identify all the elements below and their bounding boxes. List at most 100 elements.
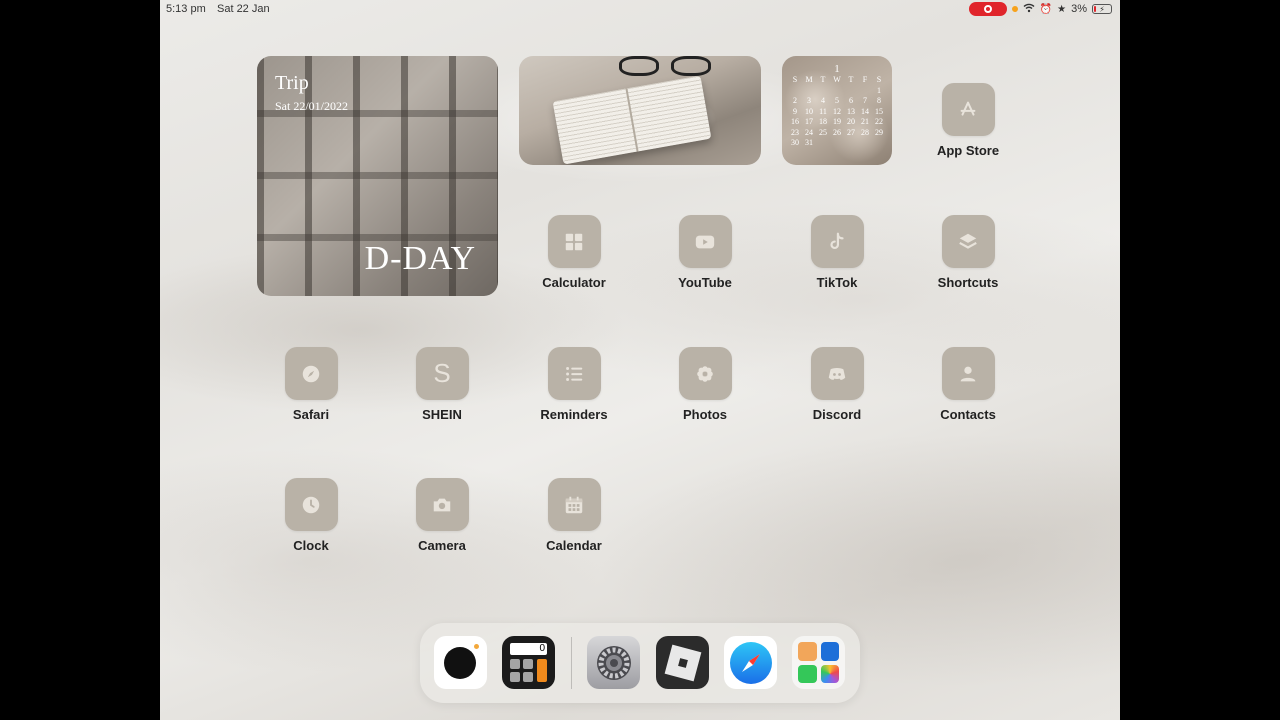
calendar-day: 20 — [847, 117, 855, 126]
calendar-day: 10 — [805, 106, 813, 116]
status-date: Sat 22 Jan — [217, 3, 270, 15]
app-label: Discord — [812, 407, 862, 422]
calendar-day: 7 — [863, 96, 867, 105]
tiktok-icon — [810, 215, 864, 268]
calendar-day: 21 — [861, 117, 869, 126]
alarm-icon: ⏰ — [1039, 3, 1053, 15]
glasses-image — [619, 56, 719, 78]
discord-app[interactable]: Discord — [787, 347, 887, 422]
calendar-weekday: S — [792, 75, 798, 84]
screen-record-icon[interactable] — [968, 2, 1007, 16]
contacts-app[interactable]: Contacts — [918, 347, 1018, 422]
calendar-day: 24 — [805, 127, 813, 137]
trip-countdown-widget[interactable]: Trip Sat 22/01/2022 D-DAY — [257, 56, 498, 296]
photo-widget-book[interactable] — [519, 56, 761, 165]
app-label: SHEIN — [422, 407, 462, 422]
calendar-day — [802, 86, 816, 97]
dock-camera-icon[interactable] — [434, 636, 487, 689]
calendar-day: 30 — [791, 138, 799, 147]
calendar-day: 19 — [833, 117, 841, 126]
calendar-day: 27 — [847, 127, 855, 137]
calendar-day: 18 — [819, 117, 827, 126]
dock-calculator-icon[interactable]: 0 — [502, 636, 555, 689]
dock-separator — [571, 637, 572, 689]
calendar-weekday: W — [833, 75, 841, 84]
calendar-day: 17 — [805, 117, 813, 126]
photos-app[interactable]: Photos — [655, 347, 755, 422]
calendar-day: 13 — [847, 106, 855, 116]
calendar-day: 16 — [791, 117, 799, 126]
youtube-app[interactable]: YouTube — [655, 215, 755, 290]
compass-icon — [284, 347, 338, 400]
dock-roblox-icon[interactable] — [656, 636, 709, 689]
calendar-day: 12 — [833, 106, 841, 116]
app-store-icon — [941, 83, 995, 136]
battery-percent: 3% — [1071, 3, 1087, 15]
calendar-day: 5 — [835, 96, 839, 105]
trip-dday-label: D-DAY — [364, 240, 476, 277]
dock-app-library-icon[interactable] — [792, 636, 845, 689]
calendar-day: 25 — [819, 127, 827, 137]
app-label: YouTube — [678, 275, 732, 290]
calculator-app[interactable]: Calculator — [524, 215, 624, 290]
app-label: Calendar — [546, 538, 602, 553]
calendar-day: 28 — [861, 127, 869, 137]
app-store-app[interactable]: App Store — [918, 83, 1018, 158]
calendar-day: 3 — [807, 96, 811, 105]
calendar-day: 26 — [833, 127, 841, 137]
calendar-day — [816, 86, 830, 97]
book-image — [552, 75, 712, 165]
ipad-home-screen: 5:13 pm Sat 22 Jan ⏰ ★ 3% ⚡ Trip Sat 22/… — [160, 0, 1120, 720]
list-icon — [547, 347, 601, 400]
calendar-day: 1 — [877, 85, 881, 95]
calendar-day: 29 — [875, 127, 883, 137]
app-label: Camera — [418, 538, 466, 553]
calendar-day — [830, 86, 844, 97]
trip-date: Sat 22/01/2022 — [275, 99, 349, 113]
clock-icon — [284, 478, 338, 531]
calendar-day: 8 — [877, 96, 881, 105]
calculator-display: 0 — [510, 643, 547, 655]
camera-app[interactable]: Camera — [392, 478, 492, 553]
youtube-icon — [678, 215, 732, 268]
trip-title: Trip — [275, 72, 309, 94]
calendar-day: 2 — [793, 96, 797, 105]
calendar-day: 23 — [791, 127, 799, 137]
battery-icon: ⚡ — [1092, 4, 1112, 14]
calendar-weekday: T — [848, 75, 854, 84]
calendar-app[interactable]: Calendar — [524, 478, 624, 553]
calendar-day: 31 — [805, 138, 813, 147]
app-label: Reminders — [540, 407, 608, 422]
dock-safari-icon[interactable] — [724, 636, 777, 689]
calendar-weekday: S — [876, 75, 882, 84]
star-icon: ★ — [1057, 3, 1067, 15]
reminders-app[interactable]: Reminders — [524, 347, 624, 422]
calculator-icon — [547, 215, 601, 268]
app-label: TikTok — [816, 275, 858, 290]
app-label: Shortcuts — [937, 275, 999, 290]
person-icon — [941, 347, 995, 400]
app-label: Contacts — [940, 407, 996, 422]
camera-icon — [415, 478, 469, 531]
calendar-grid: S M T W T F S 1 2 3 4 5 6 7 8 9 10 11 12 13 14 15 16 17 18 19 20 21… — [782, 75, 892, 149]
dock-settings-icon[interactable] — [587, 636, 640, 689]
shein-app[interactable]: S SHEIN — [392, 347, 492, 422]
calendar-day: 14 — [861, 106, 869, 116]
app-label: Calculator — [542, 275, 606, 290]
calendar-month: 1 — [834, 63, 840, 75]
shortcuts-app[interactable]: Shortcuts — [918, 215, 1018, 290]
safari-app[interactable]: Safari — [261, 347, 361, 422]
calendar-day — [844, 86, 858, 97]
calendar-day: 4 — [821, 96, 825, 105]
calendar-widget[interactable]: 1 S M T W T F S 1 2 3 4 5 6 7 8 9 10 11 12 13 14 15 16 17 18 19 20… — [782, 56, 892, 165]
app-label: Photos — [682, 407, 728, 422]
clock-app[interactable]: Clock — [261, 478, 361, 553]
status-bar: 5:13 pm Sat 22 Jan ⏰ ★ 3% ⚡ — [160, 0, 1120, 18]
calendar-day: 6 — [849, 96, 853, 105]
tiktok-app[interactable]: TikTok — [787, 215, 887, 290]
discord-icon — [810, 347, 864, 400]
shortcuts-icon — [941, 215, 995, 268]
calendar-weekday: M — [805, 75, 813, 84]
calendar-day — [858, 86, 872, 97]
app-label: App Store — [936, 143, 1000, 158]
